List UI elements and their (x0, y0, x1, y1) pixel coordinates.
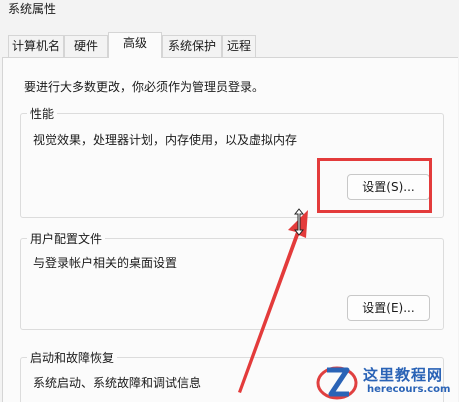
watermark-url: herecours.com (367, 384, 451, 395)
user-profiles-settings-button[interactable]: 设置(E)... (347, 295, 430, 321)
user-profiles-title: 用户配置文件 (27, 230, 106, 247)
performance-settings-button[interactable]: 设置(S)... (347, 174, 430, 200)
tab-label: 系统保护 (167, 39, 216, 53)
performance-description: 视觉效果，处理器计划，内存使用，以及虚拟内存 (33, 133, 298, 147)
user-profiles-description: 与登录帐户相关的桌面设置 (33, 256, 178, 270)
admin-notice: 要进行大多数更改，你必须作为管理员登录。 (24, 80, 265, 94)
tab-system-protection[interactable]: 系统保护 (162, 35, 222, 57)
tab-advanced[interactable]: 高级 (108, 32, 162, 58)
window-title: 系统属性 (8, 2, 57, 16)
tab-computer-name[interactable]: 计算机名 (8, 35, 64, 57)
performance-title: 性能 (27, 105, 58, 122)
resize-cursor-icon (294, 208, 304, 236)
performance-group: 性能 视觉效果，处理器计划，内存使用，以及虚拟内存 (20, 105, 444, 218)
tab-hardware[interactable]: 硬件 (64, 35, 108, 57)
watermark-logo-icon (316, 366, 358, 400)
startup-recovery-title: 启动和故障恢复 (27, 349, 118, 366)
tab-remote[interactable]: 远程 (222, 35, 256, 57)
tab-label: 高级 (122, 36, 147, 50)
user-profiles-settings-label: 设置(E)... (362, 301, 415, 315)
watermark-title: 这里教程网 (363, 366, 444, 384)
title-bar: 系统属性 (0, 0, 459, 22)
watermark: 这里教程网 herecours.com (315, 360, 459, 402)
performance-settings-label: 设置(S)... (362, 180, 415, 194)
tab-label: 计算机名 (11, 39, 60, 53)
tab-label: 硬件 (73, 39, 98, 53)
startup-recovery-description: 系统启动、系统故障和调试信息 (33, 376, 202, 390)
tab-label: 远程 (226, 39, 251, 53)
